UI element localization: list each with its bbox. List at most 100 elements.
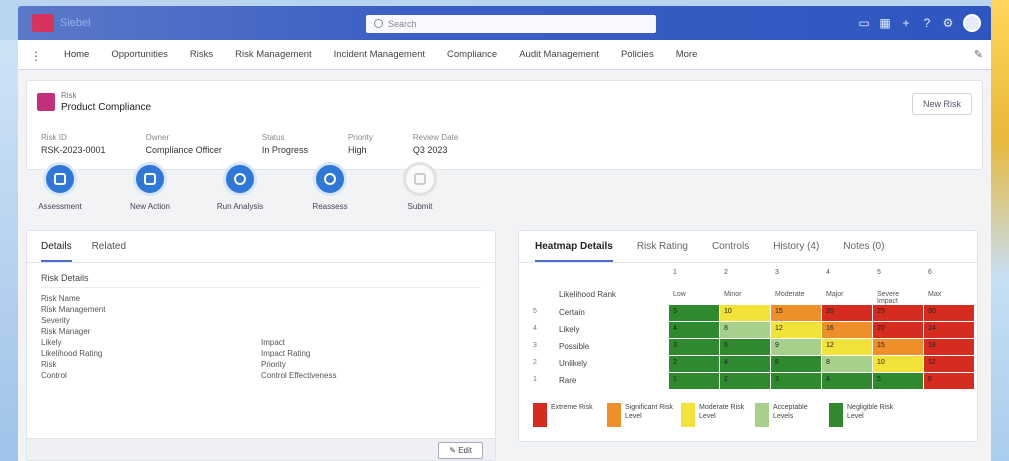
heatmap-cell[interactable]: 30 xyxy=(924,305,974,321)
new-action-icon[interactable] xyxy=(133,162,167,196)
recent-items-icon[interactable]: ▭ xyxy=(858,16,870,30)
edit-button[interactable]: ✎ Edit xyxy=(438,442,483,459)
heatmap-top-number: 1 xyxy=(673,269,677,276)
tab-risk-rating[interactable]: Risk Rating xyxy=(637,241,688,262)
action-submit: Submit xyxy=(392,162,448,211)
settings-icon[interactable]: ⚙ xyxy=(942,16,954,30)
heatmap-cell[interactable]: 20 xyxy=(822,305,872,321)
main-content: Risk Product Compliance New Risk Risk ID… xyxy=(18,70,991,461)
field-label: Risk ID xyxy=(41,133,67,142)
heatmap-cell[interactable]: 1 xyxy=(669,373,719,389)
user-avatar[interactable] xyxy=(963,14,981,32)
heatmap-cell[interactable]: 8 xyxy=(822,356,872,372)
nav-item-home[interactable]: Home xyxy=(64,49,89,60)
heatmap-cell[interactable]: 10 xyxy=(720,305,770,321)
action-reassess[interactable]: Reassess xyxy=(302,162,358,211)
detail-row: Likely Impact xyxy=(27,338,495,349)
heatmap-row-index: 3 xyxy=(533,342,537,349)
tab-heatmap-details[interactable]: Heatmap Details xyxy=(535,241,613,262)
detail-label: Severity xyxy=(41,316,70,325)
heatmap-cell[interactable]: 4 xyxy=(669,322,719,338)
run-analysis-icon[interactable] xyxy=(223,162,257,196)
heatmap-cell[interactable]: 2 xyxy=(720,373,770,389)
heatmap-cell[interactable]: 4 xyxy=(720,356,770,372)
tab-related[interactable]: Related xyxy=(92,241,126,262)
detail-label: Risk Management xyxy=(41,305,106,314)
heatmap-row-index: 5 xyxy=(533,308,537,315)
detail-row: Risk Priority xyxy=(27,360,495,371)
heatmap-cell[interactable]: 5 xyxy=(669,305,719,321)
legend-item: Extreme Risk xyxy=(533,403,601,427)
nav-item-audit-management[interactable]: Audit Management xyxy=(519,49,599,60)
legend-label: Negligible Risk Level xyxy=(847,404,894,420)
heatmap-cell[interactable]: 24 xyxy=(924,322,974,338)
app-logo-icon[interactable] xyxy=(32,14,54,32)
record-header: Risk Product Compliance New Risk Risk ID… xyxy=(26,80,983,170)
legend-swatch xyxy=(829,403,843,427)
nav-item-risk-management[interactable]: Risk Management xyxy=(235,49,312,60)
heatmap-cell[interactable]: 3 xyxy=(669,339,719,355)
heatmap-cell[interactable]: 6 xyxy=(720,339,770,355)
nav-item-risks[interactable]: Risks xyxy=(190,49,213,60)
heatmap-cell[interactable]: 6 xyxy=(771,356,821,372)
heatmap-cell[interactable]: 2 xyxy=(669,356,719,372)
tab-history[interactable]: History (4) xyxy=(773,241,819,262)
nav-item-incident-management[interactable]: Incident Management xyxy=(334,49,425,60)
legend-label: Extreme Risk xyxy=(551,404,593,411)
help-icon[interactable]: ? xyxy=(921,16,933,30)
detail-label: Impact xyxy=(261,338,286,347)
action-new-action[interactable]: New Action xyxy=(122,162,178,211)
heatmap-column-label: Moderate xyxy=(775,291,805,298)
nav-item-policies[interactable]: Policies xyxy=(621,49,654,60)
global-header: Siebel Search ▭ ▦ + ? ⚙ xyxy=(18,6,991,40)
action-run-analysis[interactable]: Run Analysis xyxy=(212,162,268,211)
legend-item: Acceptable Levels xyxy=(755,403,823,427)
app-launcher-icon[interactable]: ⋮ xyxy=(30,49,42,63)
detail-label: Risk xyxy=(41,360,57,369)
header-icons: ▭ ▦ + ? ⚙ xyxy=(858,14,981,32)
heatmap-cell[interactable]: 8 xyxy=(720,322,770,338)
heatmap-cell[interactable]: 3 xyxy=(771,373,821,389)
heatmap-cell[interactable]: 12 xyxy=(771,322,821,338)
heatmap-cell[interactable]: 10 xyxy=(873,356,923,372)
detail-label: Impact Rating xyxy=(261,349,311,358)
heatmap-cell[interactable]: 20 xyxy=(873,322,923,338)
action-label: New Action xyxy=(129,202,171,211)
reassess-icon[interactable] xyxy=(313,162,347,196)
action-assessment[interactable]: Assessment xyxy=(32,162,88,211)
record-type-icon xyxy=(37,93,55,111)
nav-item-compliance[interactable]: Compliance xyxy=(447,49,497,60)
field-label: Priority xyxy=(347,133,373,142)
heatmap-cell[interactable]: 15 xyxy=(771,305,821,321)
heatmap-cell[interactable]: 9 xyxy=(771,339,821,355)
favorites-icon[interactable]: ▦ xyxy=(879,16,891,30)
heatmap-cell[interactable]: 18 xyxy=(924,339,974,355)
search-icon xyxy=(374,19,383,28)
section-header[interactable]: Risk Details xyxy=(41,273,481,288)
heatmap-cell[interactable]: 5 xyxy=(873,373,923,389)
heatmap-cell[interactable]: 6 xyxy=(924,373,974,389)
heatmap-cell[interactable]: 15 xyxy=(873,339,923,355)
assessment-icon[interactable] xyxy=(43,162,77,196)
nav-item-opportunities[interactable]: Opportunities xyxy=(111,49,168,60)
navigation-bar: ⋮ Home Opportunities Risks Risk Manageme… xyxy=(18,40,991,70)
heatmap-cell[interactable]: 16 xyxy=(822,322,872,338)
action-label: Assessment xyxy=(38,202,82,211)
global-search-input[interactable]: Search xyxy=(366,15,656,33)
new-risk-button[interactable]: New Risk xyxy=(911,93,972,115)
edit-label: Edit xyxy=(458,446,472,455)
tab-notes[interactable]: Notes (0) xyxy=(843,241,884,262)
tab-controls[interactable]: Controls xyxy=(712,241,749,262)
heatmap-cell[interactable]: 25 xyxy=(873,305,923,321)
nav-item-more[interactable]: More xyxy=(676,49,698,60)
tab-details[interactable]: Details xyxy=(41,241,72,262)
edit-pencil-icon[interactable]: ✎ xyxy=(974,48,983,61)
heatmap-cell[interactable]: 4 xyxy=(822,373,872,389)
heatmap-row-label: Rare xyxy=(559,376,577,385)
record-type: Risk xyxy=(61,91,77,100)
heatmap-cell[interactable]: 12 xyxy=(822,339,872,355)
detail-label: Risk Name xyxy=(41,294,81,303)
heatmap-cell[interactable]: 12 xyxy=(924,356,974,372)
heatmap-row-label: Possible xyxy=(559,342,590,351)
add-icon[interactable]: + xyxy=(900,16,912,30)
